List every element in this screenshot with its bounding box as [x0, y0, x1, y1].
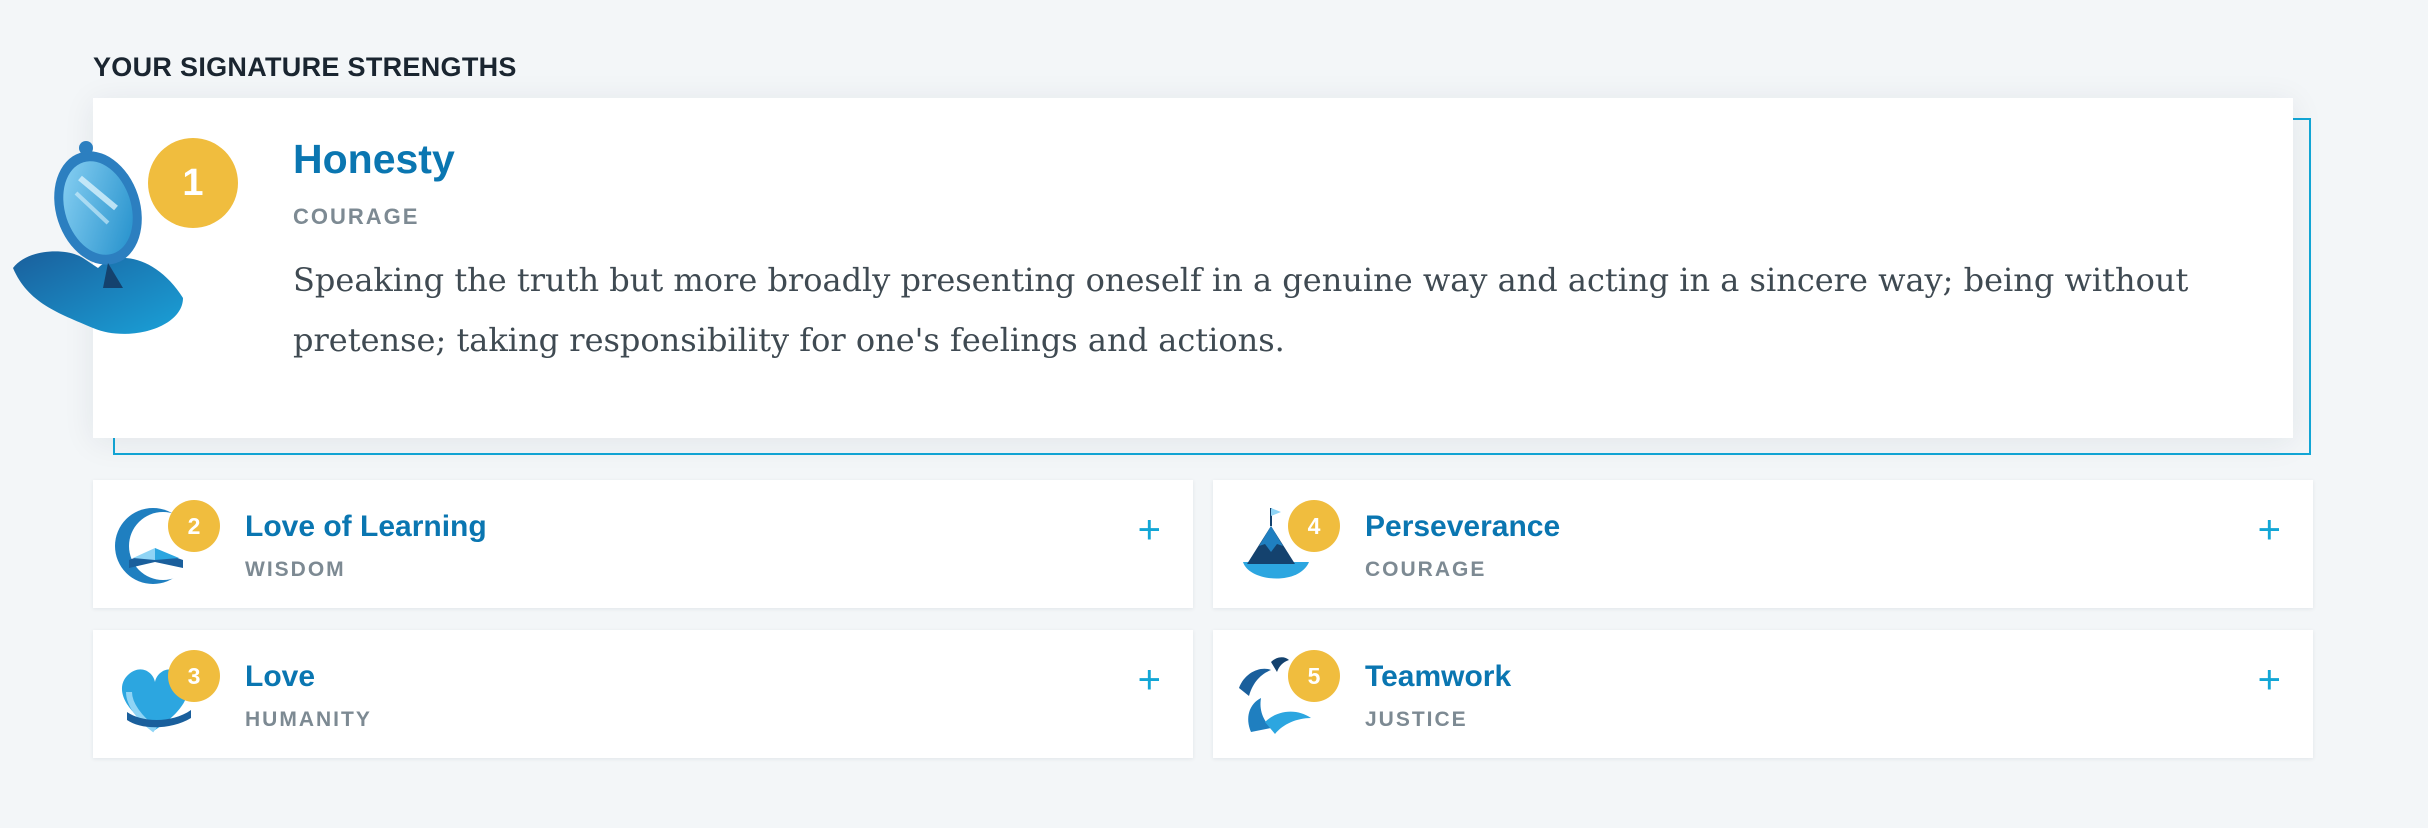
strength-description: Speaking the truth but more broadly pres…	[293, 261, 2189, 359]
virtue-label: COURAGE	[1365, 558, 1487, 581]
rank-badge: 2	[168, 500, 220, 552]
strength-card-love-of-learning[interactable]: 2 Love of Learning WISDOM +	[93, 480, 1193, 608]
expand-icon[interactable]: +	[1138, 510, 1161, 550]
section-title: YOUR SIGNATURE STRENGTHS	[93, 52, 517, 82]
virtue-label: JUSTICE	[1365, 708, 1468, 731]
strength-card-perseverance[interactable]: 4 Perseverance COURAGE +	[1213, 480, 2313, 608]
strength-name: Teamwork	[1365, 660, 1512, 693]
expand-icon[interactable]: +	[2258, 660, 2281, 700]
strength-name: Love of Learning	[245, 510, 487, 543]
expand-icon[interactable]: +	[1138, 660, 1161, 700]
rank-badge: 4	[1288, 500, 1340, 552]
virtue-label: COURAGE	[293, 204, 420, 229]
rank-badge: 5	[1288, 650, 1340, 702]
strength-name: Perseverance	[1365, 510, 1561, 543]
strength-name: Love	[245, 660, 316, 693]
strength-card-teamwork[interactable]: 5 Teamwork JUSTICE +	[1213, 630, 2313, 758]
rank-badge: 1	[148, 138, 238, 228]
strength-card-love[interactable]: 3 Love HUMANITY +	[93, 630, 1193, 758]
virtue-label: WISDOM	[245, 558, 346, 581]
rank-badge: 3	[168, 650, 220, 702]
virtue-label: HUMANITY	[245, 708, 372, 731]
strength-name: Honesty	[293, 136, 455, 182]
expand-icon[interactable]: +	[2258, 510, 2281, 550]
